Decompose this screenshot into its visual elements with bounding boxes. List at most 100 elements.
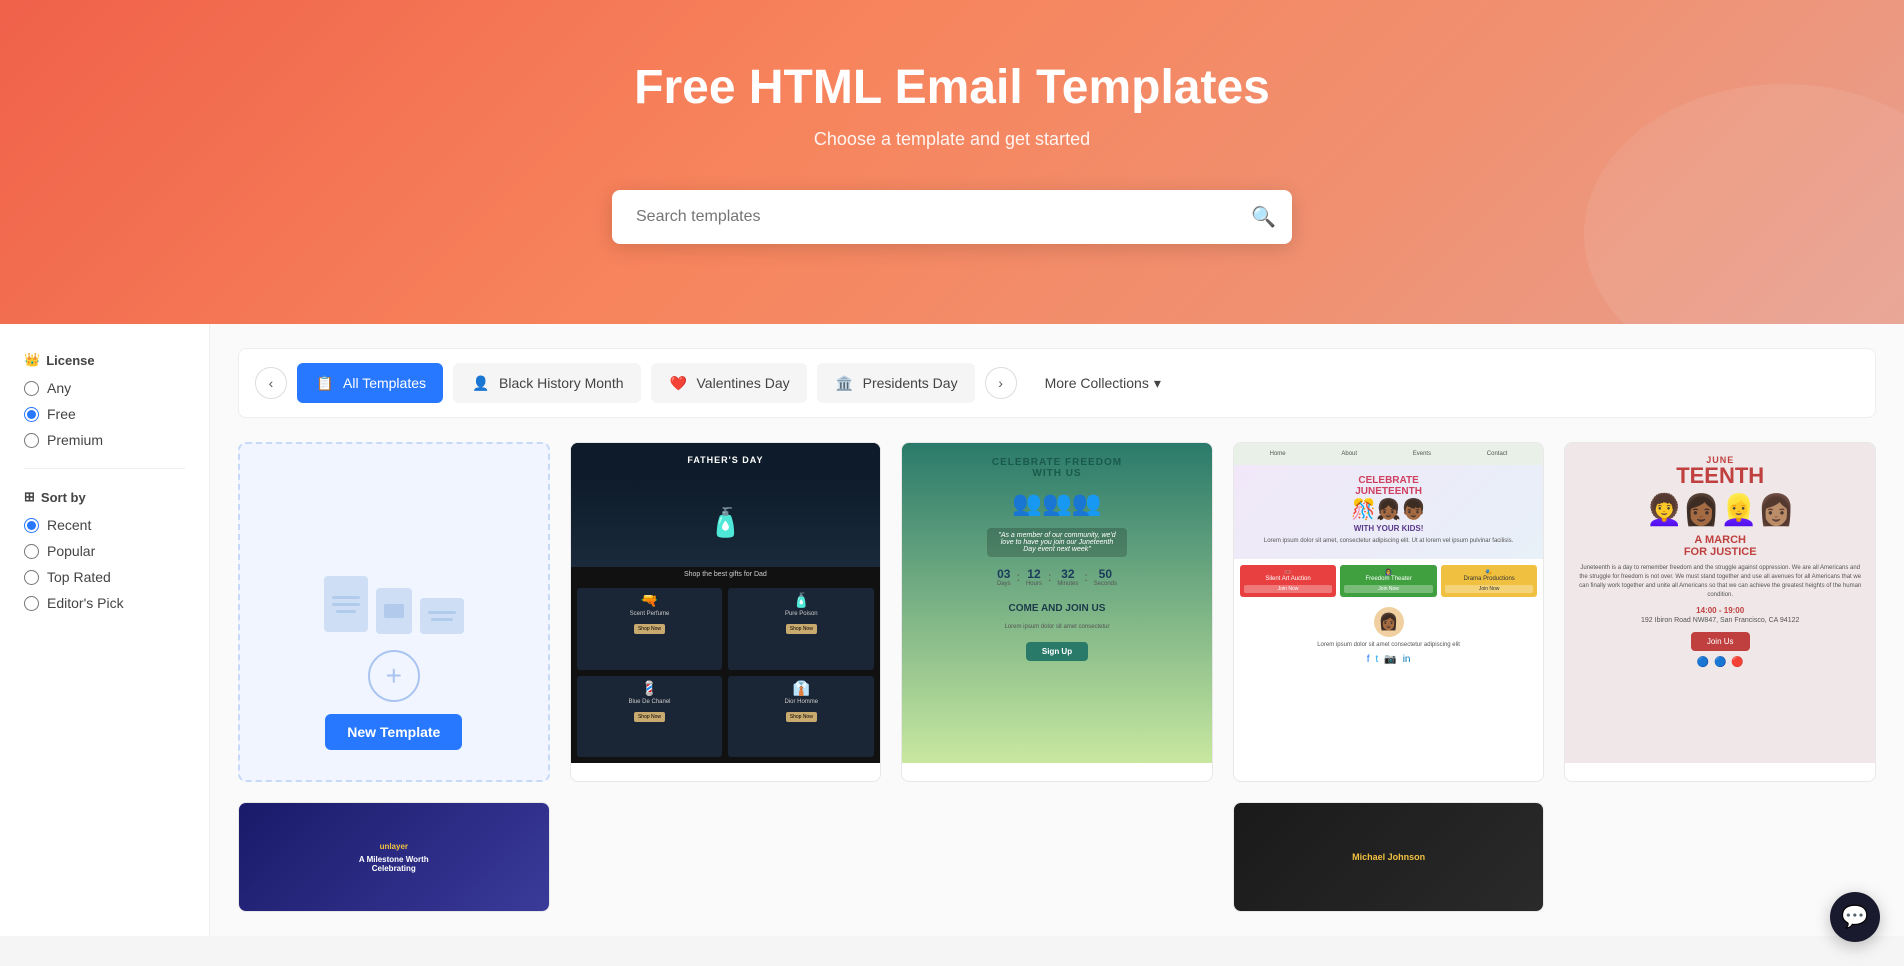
hero-section: Free HTML Email Templates Choose a templ… bbox=[0, 0, 1904, 324]
march-instagram-icon: 🔴 bbox=[1731, 657, 1743, 668]
june-subtitle: WITH YOUR KIDS! bbox=[1244, 524, 1534, 533]
product-3-icon: 💈 bbox=[581, 680, 719, 697]
fathers-header: FATHER'S DAY bbox=[571, 443, 881, 477]
placeholder-line bbox=[336, 610, 356, 613]
search-input[interactable] bbox=[612, 190, 1292, 244]
new-template-inner: + New Template bbox=[325, 650, 462, 750]
june-card-1-title: Silent Art Auction bbox=[1244, 576, 1333, 582]
empty-slot-2 bbox=[901, 802, 1213, 912]
valentines-icon: ❤️ bbox=[668, 372, 690, 394]
license-filter-group: Any Free Premium bbox=[24, 380, 185, 448]
michael-preview: Michael Johnson bbox=[1234, 803, 1544, 911]
search-button[interactable]: 🔍 bbox=[1251, 205, 1276, 230]
june-card-2: 👩‍🏫 Freedom Theater Join Now bbox=[1340, 565, 1437, 597]
collection-all-templates[interactable]: 📋 All Templates bbox=[297, 363, 443, 403]
plus-circle: + bbox=[368, 650, 420, 702]
hero-title: Free HTML Email Templates bbox=[20, 60, 1884, 115]
new-template-button[interactable]: New Template bbox=[325, 714, 462, 750]
fathers-text: Shop the best gifts for Dad bbox=[571, 567, 881, 582]
collections-prev-button[interactable]: ‹ bbox=[255, 367, 287, 399]
product-1-name: Scent Perfume bbox=[581, 611, 719, 617]
hero-subtitle: Choose a template and get started bbox=[20, 129, 1884, 150]
instagram-icon: 📷 bbox=[1384, 654, 1396, 665]
juneteenth-preview: Home About Events Contact CELEBRATEJUNET… bbox=[1234, 443, 1544, 763]
product-4: 👔 Dior Homme Shop Now bbox=[728, 676, 874, 758]
collection-black-history[interactable]: 👤 Black History Month bbox=[453, 363, 640, 403]
june-hero: CELEBRATEJUNETEENTH 🎊👧🏾👦🏾 WITH YOUR KIDS… bbox=[1234, 465, 1544, 559]
march-cta: Join Us bbox=[1691, 632, 1750, 651]
milestone-subtitle: A Milestone WorthCelebrating bbox=[359, 855, 429, 873]
product-1-btn: Shop Now bbox=[634, 624, 665, 634]
sort-top-rated[interactable]: Top Rated bbox=[24, 569, 185, 585]
june-nav-2: About bbox=[1341, 451, 1357, 457]
june-card-3: 🎭 Drama Productions Join Now bbox=[1441, 565, 1538, 597]
sort-popular[interactable]: Popular bbox=[24, 543, 185, 559]
empty-slot-3 bbox=[1564, 802, 1876, 912]
plus-icon: + bbox=[386, 660, 402, 692]
second-row-grid: unlayer A Milestone WorthCelebrating Mic… bbox=[238, 802, 1876, 912]
collection-presidents[interactable]: 🏛️ Presidents Day bbox=[817, 363, 975, 403]
more-collections-button[interactable]: More Collections ▾ bbox=[1031, 367, 1175, 400]
timer-minutes: 32 Minutes bbox=[1057, 567, 1078, 589]
timer-seconds: 50 Seconds bbox=[1094, 567, 1117, 589]
license-section-title: 👑 License bbox=[24, 352, 185, 368]
product-2: 🧴 Pure Poison Shop Now bbox=[728, 588, 874, 670]
templates-grid: + New Template FATHER'S DAY 🧴 Shop the b… bbox=[238, 442, 1876, 782]
june-card-3-btn: Join Now bbox=[1445, 585, 1534, 593]
template-card-fathers-day[interactable]: FATHER'S DAY 🧴 Shop the best gifts for D… bbox=[570, 442, 882, 782]
sort-filter-group: Recent Popular Top Rated Editor's Pick bbox=[24, 517, 185, 611]
chat-bubble[interactable]: 💬 bbox=[1830, 892, 1880, 942]
product-2-name: Pure Poison bbox=[732, 611, 870, 617]
june-nav-1: Home bbox=[1270, 451, 1286, 457]
twitter-icon: t bbox=[1375, 654, 1378, 665]
placeholder-card-1 bbox=[324, 576, 368, 632]
product-4-btn: Shop Now bbox=[786, 712, 817, 722]
timer-sep3: : bbox=[1084, 567, 1087, 589]
june-card-3-icon: 🎭 bbox=[1445, 569, 1534, 576]
freedom-cta-button: Sign Up bbox=[1026, 642, 1088, 661]
license-any[interactable]: Any bbox=[24, 380, 185, 396]
freedom-cta-desc: Lorem ipsum dolor sit amet consectetur bbox=[1004, 624, 1109, 630]
sidebar: 👑 License Any Free Premium ⊞ Sort by bbox=[0, 324, 210, 936]
march-preview: JUNE TEENTH 👩‍🦱👩🏾👱‍♀️👩🏽 A MARCHFOR JUSTI… bbox=[1565, 443, 1875, 763]
june-card-1-btn: Join Now bbox=[1244, 585, 1333, 593]
license-free[interactable]: Free bbox=[24, 406, 185, 422]
michael-name: Michael Johnson bbox=[1352, 852, 1425, 862]
sort-recent[interactable]: Recent bbox=[24, 517, 185, 533]
product-3: 💈 Blue De Chanel Shop Now bbox=[577, 676, 723, 758]
june-circle: 👩🏾 bbox=[1374, 607, 1404, 637]
facebook-icon: f bbox=[1367, 654, 1370, 665]
timer-sep2: : bbox=[1048, 567, 1051, 589]
june-title: CELEBRATEJUNETEENTH bbox=[1244, 475, 1534, 497]
collections-bar: ‹ 📋 All Templates 👤 Black History Month … bbox=[238, 348, 1876, 418]
product-3-name: Blue De Chanel bbox=[581, 699, 719, 705]
march-tenth: TEENTH bbox=[1676, 465, 1764, 487]
search-container: 🔍 bbox=[612, 190, 1292, 244]
fathers-img: 🧴 bbox=[571, 477, 881, 567]
freedom-cta-title: COME AND JOIN US bbox=[1009, 603, 1106, 614]
template-card-celebrate-freedom[interactable]: CELEBRATE FREEDOMWITH US 👥👥👥 "As a membe… bbox=[901, 442, 1213, 782]
collections-next-button[interactable]: › bbox=[985, 367, 1017, 399]
product-2-btn: Shop Now bbox=[786, 624, 817, 634]
june-card-2-icon: 👩‍🏫 bbox=[1344, 569, 1433, 576]
license-premium[interactable]: Premium bbox=[24, 432, 185, 448]
template-card-march-justice[interactable]: JUNE TEENTH 👩‍🦱👩🏾👱‍♀️👩🏽 A MARCHFOR JUSTI… bbox=[1564, 442, 1876, 782]
new-template-card[interactable]: + New Template bbox=[238, 442, 550, 782]
freedom-preview: CELEBRATE FREEDOMWITH US 👥👥👥 "As a membe… bbox=[902, 443, 1212, 763]
chevron-down-icon: ▾ bbox=[1154, 375, 1161, 392]
placeholder-image bbox=[384, 604, 404, 618]
june-nav-3: Events bbox=[1413, 451, 1431, 457]
march-desc: Juneteenth is a day to remember freedom … bbox=[1575, 564, 1865, 600]
collection-valentines[interactable]: ❤️ Valentines Day bbox=[651, 363, 807, 403]
placeholder-art bbox=[324, 576, 464, 634]
march-date: 14:00 - 19:00 bbox=[1696, 606, 1744, 615]
template-card-milestone[interactable]: unlayer A Milestone WorthCelebrating bbox=[238, 802, 550, 912]
june-card-2-title: Freedom Theater bbox=[1344, 576, 1433, 582]
june-card-2-btn: Join Now bbox=[1344, 585, 1433, 593]
sort-editors-pick[interactable]: Editor's Pick bbox=[24, 595, 185, 611]
freedom-title: CELEBRATE FREEDOMWITH US bbox=[992, 457, 1122, 479]
template-card-juneteenth[interactable]: Home About Events Contact CELEBRATEJUNET… bbox=[1233, 442, 1545, 782]
template-card-michael[interactable]: Michael Johnson bbox=[1233, 802, 1545, 912]
june-grid: 🎟️ Silent Art Auction Join Now 👩‍🏫 Freed… bbox=[1234, 559, 1544, 603]
placeholder-line bbox=[332, 603, 360, 606]
